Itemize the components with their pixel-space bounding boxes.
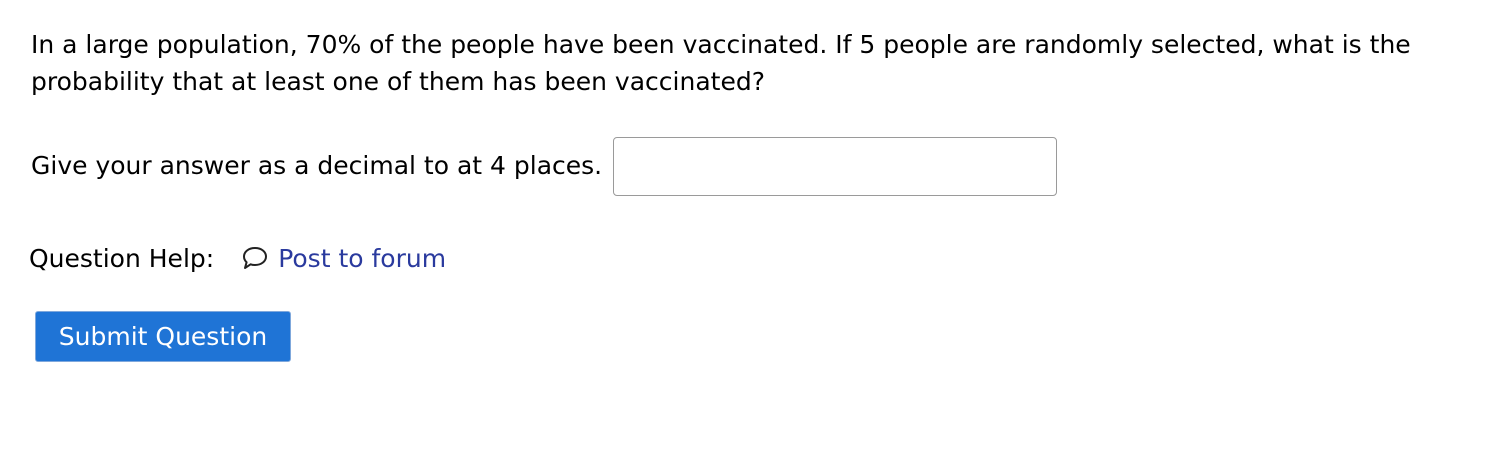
post-to-forum-link[interactable]: Post to forum — [241, 244, 446, 273]
question-text: In a large population, 70% of the people… — [31, 30, 1411, 96]
answer-row: Give your answer as a decimal to at 4 pl… — [31, 136, 1058, 196]
post-to-forum-label: Post to forum — [278, 243, 447, 273]
question-help-label: Question Help: — [29, 243, 215, 273]
answer-input[interactable] — [613, 136, 1058, 196]
question-help: Question Help: Post to forum — [29, 240, 446, 276]
answer-label: Give your answer as a decimal to at 4 pl… — [31, 151, 603, 180]
speech-bubble-icon — [243, 247, 268, 269]
submit-question-button[interactable]: Submit Question — [35, 311, 291, 362]
